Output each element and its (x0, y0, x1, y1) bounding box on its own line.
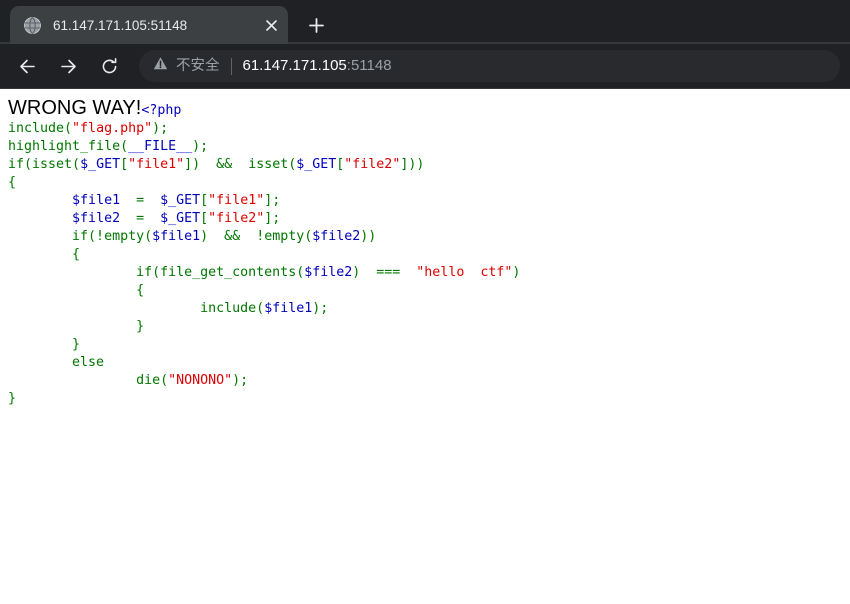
security-status-label: 不安全 (176, 58, 220, 74)
warning-triangle-icon (153, 56, 168, 76)
code-token: "file1" (208, 193, 265, 208)
code-token: } (8, 319, 145, 334)
code-line: highlight_file(__FILE__); (8, 138, 842, 156)
back-button[interactable] (10, 49, 44, 83)
code-line: $file1 = $_GET["file1"]; (8, 192, 842, 210)
code-line: include("flag.php"); (8, 120, 842, 138)
code-line: else (8, 354, 842, 372)
code-token: $file1 (264, 301, 313, 316)
code-token: ); (192, 139, 209, 154)
code-line: if(!empty($file1) && !empty($file2)) (8, 228, 842, 246)
page-viewport: WRONG WAY!<?php include("flag.php"); high… (0, 89, 850, 604)
close-icon[interactable] (258, 12, 284, 38)
code-token: { (8, 247, 81, 262)
code-token: $_GET (296, 157, 337, 172)
code-token: } (8, 337, 81, 352)
code-line: if(file_get_contents($file2) === "hello … (8, 264, 842, 282)
code-line: } (8, 390, 842, 408)
code-token: "file2" (344, 157, 401, 172)
code-token: ); (152, 121, 169, 136)
code-line: { (8, 282, 842, 300)
code-token: ) (512, 265, 521, 280)
code-line: } (8, 318, 842, 336)
browser-tab[interactable]: 61.147.171.105:51148 (10, 6, 288, 44)
code-token: $file2 (72, 211, 121, 226)
code-token: "NONONO" (168, 373, 233, 388)
omnibox-divider (230, 57, 232, 75)
code-token: "hello ctf" (416, 265, 513, 280)
code-token: = (120, 193, 161, 208)
page-content: WRONG WAY!<?php include("flag.php"); high… (0, 89, 850, 408)
code-token: $file1 (152, 229, 201, 244)
code-token: highlight_file( (8, 139, 129, 154)
code-token: ]; (264, 193, 281, 208)
code-token: { (8, 283, 145, 298)
tab-strip: 61.147.171.105:51148 (0, 0, 850, 44)
code-token: } (8, 391, 17, 406)
code-token: "file1" (128, 157, 185, 172)
globe-icon (24, 16, 41, 34)
reload-button[interactable] (92, 49, 126, 83)
address-bar-url: 61.147.171.105:51148 (243, 56, 392, 76)
code-line: } (8, 336, 842, 354)
code-token: "flag.php" (72, 121, 153, 136)
code-line: die("NONONO"); (8, 372, 842, 390)
forward-button[interactable] (51, 49, 85, 83)
code-token: $_GET (160, 211, 201, 226)
code-token: ); (312, 301, 329, 316)
code-token: $file2 (312, 229, 361, 244)
code-token: ]; (264, 211, 281, 226)
code-token: ) && !empty( (200, 229, 313, 244)
code-line: include($file1); (8, 300, 842, 318)
code-token: $_GET (80, 157, 121, 172)
code-token: include( (8, 121, 73, 136)
code-token: $file2 (304, 265, 353, 280)
code-line: { (8, 174, 842, 192)
url-host: 61.147.171.105 (242, 57, 347, 74)
php-source-code: include("flag.php"); highlight_file(__FIL… (8, 120, 842, 408)
url-port: :51148 (346, 57, 392, 74)
code-token: else (8, 355, 105, 370)
code-line: if(isset($_GET["file1"]) && isset($_GET[… (8, 156, 842, 174)
code-token: die( (8, 373, 169, 388)
code-token: ); (232, 373, 249, 388)
code-token: ]) && isset( (184, 157, 297, 172)
code-token: [ (200, 211, 209, 226)
code-token: [ (120, 157, 129, 172)
plus-icon (308, 17, 324, 33)
code-token: if(!empty( (8, 229, 153, 244)
code-token: = (120, 211, 161, 226)
code-token: { (8, 175, 17, 190)
code-line: { (8, 246, 842, 264)
address-bar[interactable]: 不安全 61.147.171.105:51148 (139, 50, 840, 82)
code-token: if(isset( (8, 157, 81, 172)
php-open-tag: <?php (141, 103, 182, 118)
code-token: __FILE__ (128, 139, 193, 154)
code-token: $_GET (160, 193, 201, 208)
new-tab-button[interactable] (300, 9, 332, 41)
code-token: $file1 (72, 193, 121, 208)
tab-title: 61.147.171.105:51148 (53, 17, 188, 33)
reload-icon (100, 57, 119, 76)
code-token: if(file_get_contents( (8, 265, 305, 280)
code-token: ])) (400, 157, 425, 172)
code-line: $file2 = $_GET["file2"]; (8, 210, 842, 228)
code-token: )) (360, 229, 377, 244)
code-token: include( (8, 301, 265, 316)
code-token: "file2" (208, 211, 265, 226)
browser-toolbar: 不安全 61.147.171.105:51148 (0, 44, 850, 89)
code-token: [ (200, 193, 209, 208)
browser-window: 61.147.171.105:51148 不安全 61.147.171.105:… (0, 0, 850, 604)
arrow-right-icon (59, 57, 78, 76)
page-title: WRONG WAY! (8, 97, 142, 119)
code-token: ) === (352, 265, 417, 280)
arrow-left-icon (18, 57, 37, 76)
